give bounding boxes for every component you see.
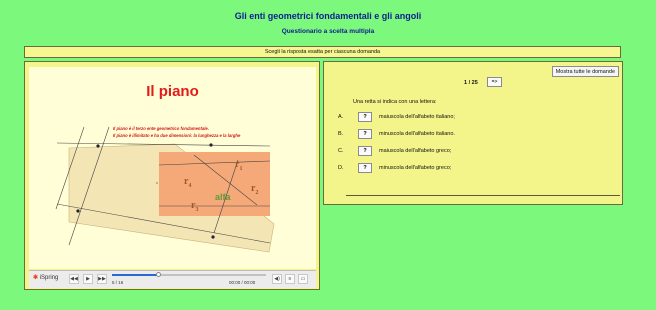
- option-letter: C.: [338, 148, 344, 154]
- label-r4: r4: [184, 176, 192, 189]
- label-alfa: alfa: [215, 192, 231, 202]
- label-r1: r1: [235, 159, 243, 172]
- option-letter: A.: [338, 114, 344, 120]
- question-text: Una retta si indica con una lettera:: [353, 99, 437, 105]
- slide-canvas: Il piano Il piano è il terzo ente geomet…: [29, 67, 316, 269]
- option-letter: D.: [338, 165, 344, 171]
- presentation-panel: Il piano Il piano è il terzo ente geomet…: [24, 61, 320, 290]
- divider: [346, 195, 620, 196]
- seek-bar-fill: [112, 274, 159, 276]
- seek-bar[interactable]: [112, 272, 266, 277]
- question-counter: 1 / 25: [464, 80, 478, 86]
- forward-button[interactable]: ▶▶: [97, 274, 107, 284]
- answer-button-d[interactable]: ?: [358, 163, 372, 173]
- option-text: minuscola dell'alfabeto greco;: [379, 165, 452, 171]
- label-r3: r3: [191, 200, 199, 213]
- rewind-button[interactable]: ◀◀: [69, 274, 79, 284]
- outline-icon[interactable]: ≡: [285, 274, 295, 284]
- option-text: maiuscola dell'alfabeto italiano;: [379, 114, 455, 120]
- timecode: 00:00 / 00:00: [229, 280, 256, 285]
- instruction-bar: Scegli la risposta esatta per ciascuna d…: [24, 46, 621, 58]
- page-title: Gli enti geometrici fondamentali e gli a…: [234, 11, 422, 21]
- quiz-panel: Mostra tutte le domande 1 / 25 => Una re…: [323, 61, 623, 205]
- answer-button-a[interactable]: ?: [358, 112, 372, 122]
- label-r2: r2: [251, 183, 259, 196]
- answer-button-c[interactable]: ?: [358, 146, 372, 156]
- next-question-button[interactable]: =>: [487, 77, 502, 87]
- page-subtitle: Questionario a scelta multipla: [281, 28, 375, 35]
- player-controls: ✱ iSpring ◀◀ ▶ ▶▶ 5 / 16 00:00 / 00:00 ◀…: [29, 270, 316, 288]
- seek-bar-handle[interactable]: [156, 272, 162, 277]
- answer-button-b[interactable]: ?: [358, 129, 372, 139]
- play-button[interactable]: ▶: [83, 274, 93, 284]
- slide-counter: 5 / 16: [112, 280, 124, 285]
- option-text: maiuscola dell'alfabeto greco;: [379, 148, 452, 154]
- slide-text: Il piano è il terzo ente geometrico fond…: [113, 126, 241, 138]
- ispring-logo: ✱ iSpring: [33, 275, 59, 281]
- volume-icon[interactable]: ◀): [272, 274, 282, 284]
- slide-title: Il piano: [146, 83, 199, 100]
- show-all-questions-button[interactable]: Mostra tutte le domande: [551, 66, 619, 77]
- option-letter: B.: [338, 131, 344, 137]
- fullscreen-icon[interactable]: ▭: [298, 274, 308, 284]
- option-text: minuscola dell'alfabeto italiano.: [379, 131, 455, 137]
